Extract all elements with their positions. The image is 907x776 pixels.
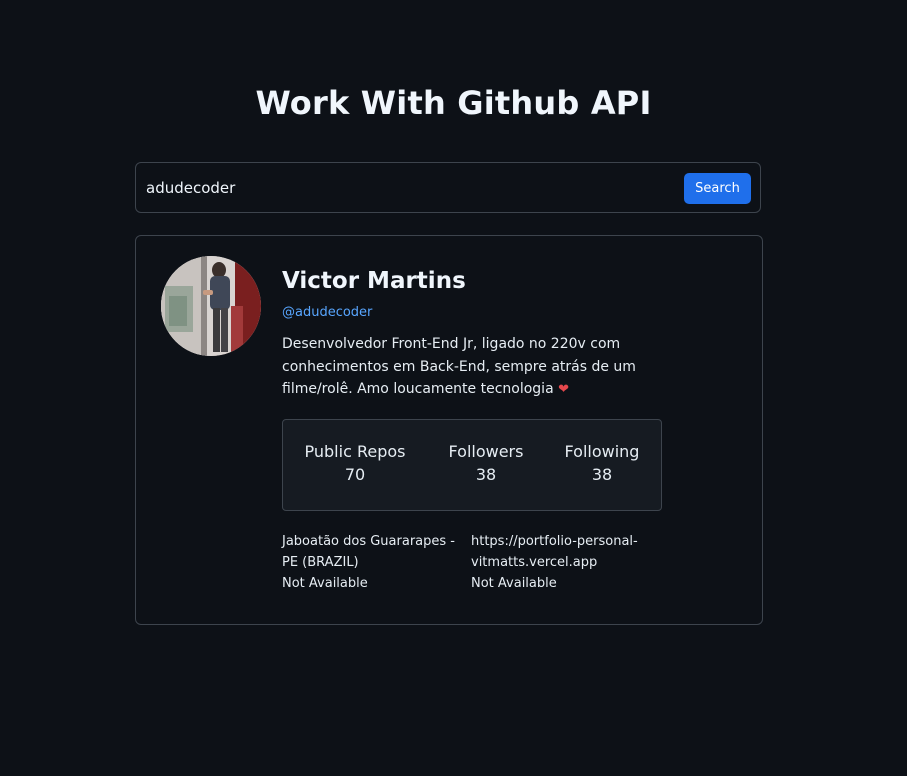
stat-following-value: 38 xyxy=(591,465,613,484)
page-title: Work With Github API xyxy=(255,84,652,122)
user-twitter: Not Available xyxy=(282,576,368,591)
user-login-link[interactable]: @adudecoder xyxy=(282,305,372,320)
user-blog-link[interactable]: https://portfolio-personal-vitmatts.verc… xyxy=(471,531,657,573)
search-box: Search xyxy=(135,162,761,213)
stat-public-repos: Public Repos 70 xyxy=(304,442,406,484)
stat-following: Following 38 xyxy=(564,442,640,484)
user-name: Victor Martins xyxy=(282,268,466,294)
heart-icon: ❤ xyxy=(558,382,570,397)
user-company: Not Available xyxy=(471,576,557,591)
stat-repos-label: Public Repos xyxy=(304,442,406,461)
avatar xyxy=(161,256,261,356)
stat-following-label: Following xyxy=(564,442,640,461)
search-input[interactable] xyxy=(137,164,667,211)
stat-followers-label: Followers xyxy=(448,442,524,461)
profile-card: Victor Martins @adudecoder Desenvolvedor… xyxy=(135,235,763,625)
user-location: Jaboatão dos Guararapes - PE (BRAZIL) xyxy=(282,534,455,570)
search-button[interactable]: Search xyxy=(684,173,751,204)
user-bio: Desenvolvedor Front-End Jr, ligado no 22… xyxy=(282,333,657,402)
stat-followers: Followers 38 xyxy=(448,442,524,484)
stat-repos-value: 70 xyxy=(344,465,366,484)
info-column-right: https://portfolio-personal-vitmatts.verc… xyxy=(471,531,657,594)
user-bio-text: Desenvolvedor Front-End Jr, ligado no 22… xyxy=(282,336,636,397)
page: Work With Github API Search Victor Marti… xyxy=(0,0,907,776)
stat-followers-value: 38 xyxy=(475,465,497,484)
stats-box: Public Repos 70 Followers 38 Following 3… xyxy=(282,419,662,511)
avatar-photo-icon xyxy=(161,256,261,356)
info-column-left: Jaboatão dos Guararapes - PE (BRAZIL) No… xyxy=(282,531,468,594)
